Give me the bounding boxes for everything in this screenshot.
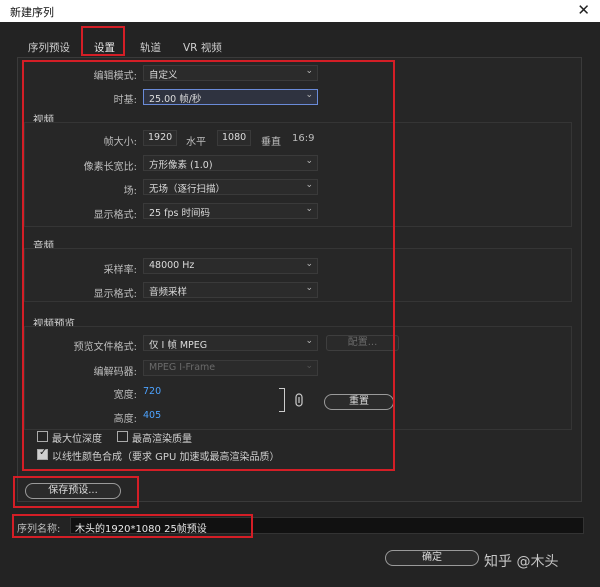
tab-tracks[interactable]: 轨道 <box>140 40 161 55</box>
title-bar: 新建序列 ✕ <box>0 0 600 22</box>
ok-button[interactable]: 确定 <box>385 550 479 566</box>
highlight-save-preset <box>13 476 139 508</box>
window-title: 新建序列 <box>10 6 54 19</box>
close-icon[interactable]: ✕ <box>577 1 590 19</box>
highlight-settings-tab <box>81 26 125 56</box>
highlight-settings-area <box>22 60 395 471</box>
watermark: 知乎 @木头 <box>484 554 559 570</box>
tab-vr-video[interactable]: VR 视频 <box>183 40 222 55</box>
highlight-sequence-name <box>12 514 253 538</box>
tab-sequence-presets[interactable]: 序列预设 <box>28 40 70 55</box>
